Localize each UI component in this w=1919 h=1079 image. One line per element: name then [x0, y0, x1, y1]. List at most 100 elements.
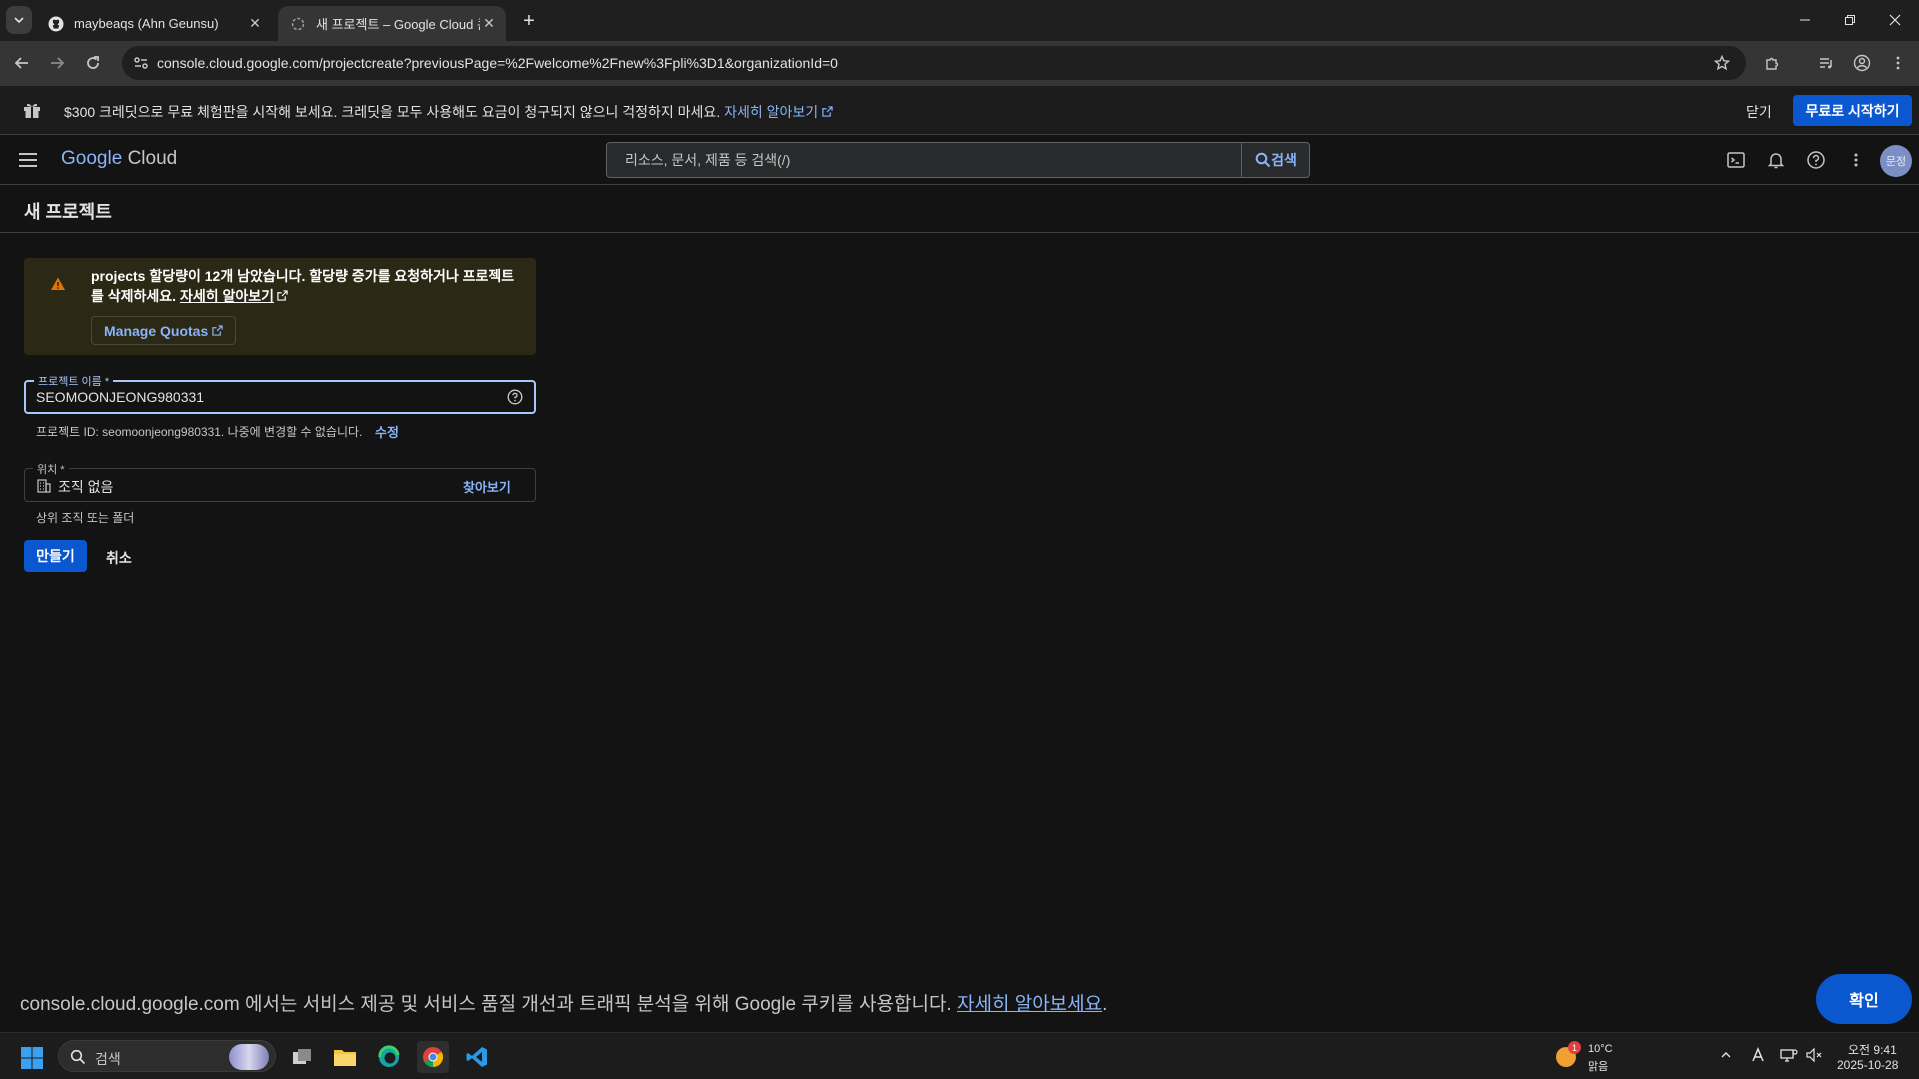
close-window-button[interactable] — [1872, 6, 1918, 34]
bell-icon — [1767, 153, 1785, 169]
minimize-button[interactable] — [1782, 6, 1828, 34]
search-input[interactable] — [607, 143, 1240, 177]
account-icon — [1853, 54, 1871, 72]
close-tab-icon[interactable]: ✕ — [246, 15, 264, 33]
browser-tab-new-project[interactable]: 새 프로젝트 – Google Cloud 콘 ✕ — [278, 6, 506, 41]
quota-learn-more-link[interactable]: 자세히 알아보기 — [180, 288, 288, 304]
reload-icon — [87, 56, 99, 69]
browser-menu-button[interactable] — [1884, 49, 1912, 77]
browse-location-button[interactable]: 찾아보기 — [463, 477, 511, 496]
create-button[interactable]: 만들기 — [24, 540, 87, 572]
search-bar: 검색 — [606, 142, 1310, 178]
cookie-notice: console.cloud.google.com 에서는 서비스 제공 및 서비… — [0, 970, 1919, 1032]
gift-icon — [24, 103, 40, 118]
file-explorer-button[interactable] — [329, 1041, 361, 1073]
banner-message: $300 크레딧으로 무료 체험판을 시작해 보세요. 크레딧을 모두 사용해도… — [64, 104, 721, 120]
browser-toolbar: console.cloud.google.com/projectcreate?p… — [0, 41, 1919, 86]
external-link-icon — [277, 290, 288, 301]
edge-icon — [378, 1045, 400, 1067]
help-button[interactable] — [1804, 148, 1828, 172]
project-id-text: 프로젝트 ID: seomoonjeong980331. 나중에 변경할 수 없… — [36, 425, 363, 439]
edit-project-id-button[interactable]: 수정 — [375, 422, 399, 441]
playlist-icon — [1820, 58, 1832, 69]
notifications-button[interactable] — [1764, 148, 1788, 172]
location-label: 위치 * — [33, 461, 69, 477]
free-trial-banner: $300 크레딧으로 무료 체험판을 시작해 보세요. 크레딧을 모두 사용해도… — [0, 86, 1919, 135]
profile-button[interactable] — [1848, 49, 1876, 77]
location-field: 위치 * 조직 없음 찾아보기 — [24, 461, 536, 502]
site-info-icon[interactable] — [132, 54, 150, 72]
location-hint: 상위 조직 또는 폴더 — [36, 511, 135, 525]
cookie-ok-button[interactable]: 확인 — [1816, 974, 1912, 1024]
project-name-field: 프로젝트 이름 * — [24, 373, 536, 414]
banner-text: $300 크레딧으로 무료 체험판을 시작해 보세요. 크레딧을 모두 사용해도… — [64, 102, 833, 122]
organization-icon — [37, 479, 51, 493]
task-view-button[interactable] — [286, 1041, 318, 1073]
arrow-left-icon — [14, 57, 28, 69]
avatar[interactable]: 문정 — [1880, 145, 1912, 177]
chrome-icon — [423, 1047, 444, 1068]
search-button[interactable]: 검색 — [1241, 143, 1310, 177]
cloud-shell-button[interactable] — [1724, 148, 1748, 172]
more-vert-icon — [1896, 56, 1900, 70]
new-tab-button[interactable]: + — [516, 8, 542, 34]
project-name-input[interactable] — [36, 386, 496, 408]
taskbar-search[interactable]: 검색 — [58, 1040, 276, 1072]
clock-date[interactable]: 2025-10-28 — [1837, 1058, 1898, 1072]
browser-tab-bar: maybeaqs (Ahn Geunsu) ✕ 새 프로젝트 – Google … — [0, 0, 1919, 41]
weather-condition: 맑음 — [1588, 1061, 1609, 1073]
banner-learn-more-link[interactable]: 자세히 알아보기 — [724, 104, 833, 120]
help-icon[interactable] — [506, 388, 524, 406]
google-cloud-logo[interactable]: Google Cloud — [61, 148, 177, 170]
help-icon — [1807, 151, 1825, 169]
quota-learn-more-label: 자세히 알아보기 — [179, 288, 275, 304]
vscode-icon — [466, 1047, 487, 1067]
search-icon — [1255, 152, 1271, 168]
tray-overflow-button[interactable] — [1716, 1045, 1736, 1065]
cookie-message: console.cloud.google.com 에서는 서비스 제공 및 서비… — [20, 989, 1107, 1016]
quota-message: projects 할당량이 12개 남았습니다. 할당량 증가를 요청하거나 프… — [91, 266, 521, 306]
network-button[interactable] — [1779, 1045, 1799, 1065]
network-icon — [1780, 1049, 1798, 1062]
bookmark-button[interactable] — [1708, 49, 1736, 77]
tab-search-button[interactable] — [6, 6, 32, 34]
cookie-learn-more-link[interactable]: 자세히 알아보세요 — [957, 994, 1102, 1015]
cancel-button[interactable]: 취소 — [106, 548, 132, 568]
weather-widget[interactable]: 1 10°C 맑음 — [1556, 1039, 1636, 1075]
windows-start-icon[interactable] — [20, 1046, 44, 1070]
edge-browser-button[interactable] — [373, 1041, 405, 1073]
back-button[interactable] — [8, 49, 36, 77]
vscode-button[interactable] — [461, 1041, 493, 1073]
start-free-button[interactable]: 무료로 시작하기 — [1793, 95, 1912, 126]
extensions-button[interactable] — [1758, 49, 1786, 77]
chevron-down-icon — [14, 17, 24, 24]
terminal-icon — [1727, 152, 1745, 168]
logo-cloud: Cloud — [127, 148, 178, 169]
weather-badge: 1 — [1568, 1041, 1581, 1054]
cookie-suffix: . — [1102, 994, 1108, 1015]
logo-google: Google — [61, 148, 123, 169]
volume-button[interactable] — [1804, 1045, 1824, 1065]
cloud-loading-icon — [291, 17, 305, 30]
manage-quotas-button[interactable]: Manage Quotas — [91, 316, 237, 345]
manage-quotas-label: Manage Quotas — [104, 322, 209, 339]
ime-indicator[interactable] — [1748, 1045, 1768, 1065]
minimize-icon — [1800, 19, 1810, 21]
clock-time[interactable]: 오전 9:41 — [1848, 1041, 1897, 1058]
close-tab-icon[interactable]: ✕ — [480, 15, 498, 33]
search-button-label: 검색 — [1271, 152, 1297, 168]
star-icon — [1714, 55, 1730, 71]
browser-tab-github[interactable]: maybeaqs (Ahn Geunsu) ✕ — [36, 6, 272, 41]
page-title-bar: 새 프로젝트 — [0, 186, 1919, 233]
settings-menu-button[interactable] — [1844, 148, 1868, 172]
banner-close-button[interactable]: 닫기 — [1746, 102, 1772, 122]
forward-button[interactable] — [43, 49, 71, 77]
menu-icon[interactable] — [16, 149, 40, 171]
media-controls-button[interactable] — [1812, 49, 1840, 77]
reload-button[interactable] — [79, 49, 107, 77]
warning-icon — [51, 277, 65, 290]
restore-button[interactable] — [1827, 6, 1873, 34]
search-highlight-icon — [229, 1044, 269, 1070]
address-bar[interactable]: console.cloud.google.com/projectcreate?p… — [122, 46, 1746, 80]
chrome-browser-button[interactable] — [417, 1041, 449, 1073]
